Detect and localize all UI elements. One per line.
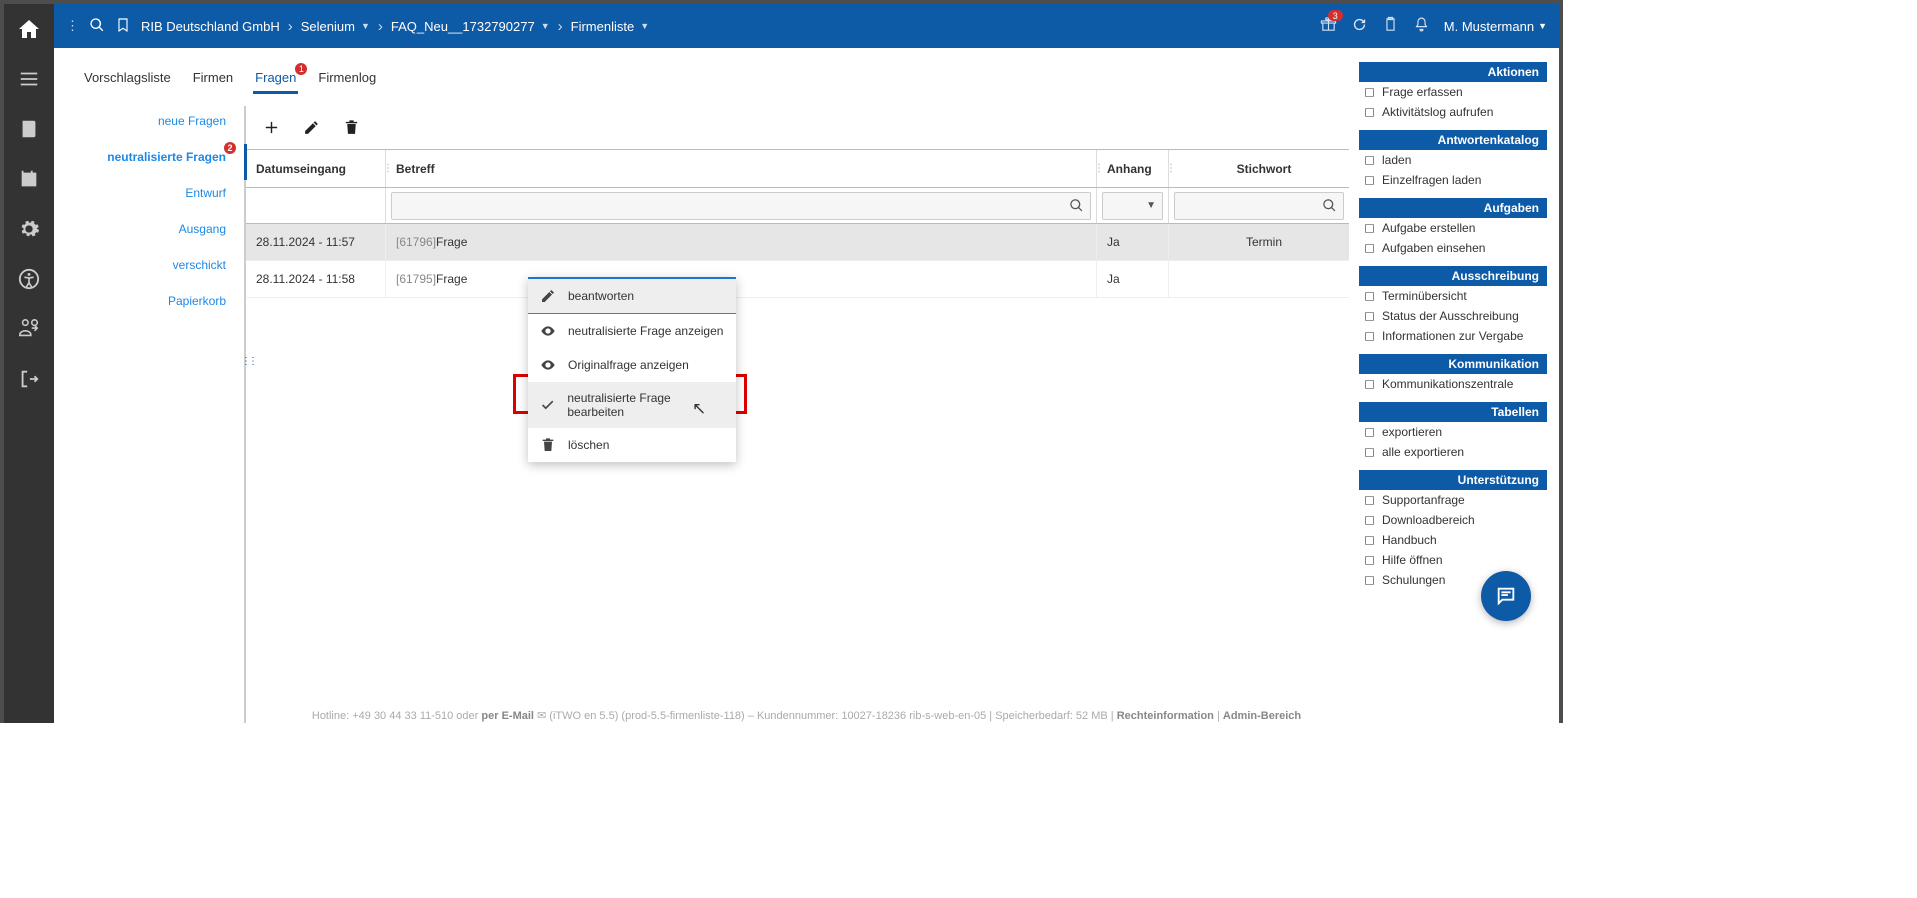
context-menu: beantwortenneutralisierte Frage anzeigen… xyxy=(528,277,736,462)
tab-3[interactable]: Firmenlog xyxy=(318,62,376,93)
panel-item[interactable]: Informationen zur Vergabe xyxy=(1359,326,1547,346)
panel-item[interactable]: Handbuch xyxy=(1359,530,1547,550)
context-item-1[interactable]: neutralisierte Frage anzeigen xyxy=(528,314,736,348)
panel-header-5: Tabellen xyxy=(1359,402,1547,422)
table-area: Datumseingang Betreff Anhang Stichwort ▼… xyxy=(246,106,1349,723)
panel-item[interactable]: Einzelfragen laden xyxy=(1359,170,1547,190)
app-window: ⋮ RIB Deutschland GmbH Selenium▼ FAQ_Neu… xyxy=(0,0,1563,723)
filter-keyword[interactable] xyxy=(1169,188,1349,223)
delete-button[interactable] xyxy=(342,119,360,137)
accessibility-icon[interactable] xyxy=(16,266,42,292)
table-header: Datumseingang Betreff Anhang Stichwort xyxy=(246,150,1349,188)
calendar-icon[interactable] xyxy=(16,166,42,192)
subnav-item-1[interactable]: neutralisierte Fragen2 xyxy=(107,150,226,164)
table-row[interactable]: 28.11.2024 - 11:57[61796] FrageJaTermin xyxy=(246,224,1349,261)
chevron-right-icon xyxy=(376,18,385,35)
topbar: ⋮ RIB Deutschland GmbH Selenium▼ FAQ_Neu… xyxy=(54,4,1559,48)
breadcrumb-3[interactable]: Firmenliste▼ xyxy=(571,19,650,34)
panel-item[interactable]: laden xyxy=(1359,150,1547,170)
panel-item[interactable]: Downloadbereich xyxy=(1359,510,1547,530)
tabs: Vorschlagsliste Firmen Fragen1 Firmenlog xyxy=(74,62,1349,94)
panel-item[interactable]: Status der Ausschreibung xyxy=(1359,306,1547,326)
panel-item[interactable]: exportieren xyxy=(1359,422,1547,442)
panel-item[interactable]: Aufgabe erstellen xyxy=(1359,218,1547,238)
panel-header-1: Antwortenkatalog xyxy=(1359,130,1547,150)
panel-header-4: Kommunikation xyxy=(1359,354,1547,374)
tab-1[interactable]: Firmen xyxy=(193,62,233,93)
drag-handle-icon[interactable]: ⋮ xyxy=(66,18,79,34)
panel-item[interactable]: Kommunikationszentrale xyxy=(1359,374,1547,394)
subnav-item-5[interactable]: Papierkorb xyxy=(168,294,226,308)
left-sidebar xyxy=(4,4,54,723)
filter-date xyxy=(246,188,386,223)
context-item-2[interactable]: Originalfrage anzeigen xyxy=(528,348,736,382)
panel-header-3: Ausschreibung xyxy=(1359,266,1547,286)
search-icon[interactable] xyxy=(89,17,105,36)
subnav-item-3[interactable]: Ausgang xyxy=(179,222,226,236)
right-panel: AktionenFrage erfassenAktivitätslog aufr… xyxy=(1349,48,1559,723)
table-body: 28.11.2024 - 11:57[61796] FrageJaTermin2… xyxy=(246,224,1349,298)
panel-item[interactable]: alle exportieren xyxy=(1359,442,1547,462)
footer-email-link[interactable]: per E-Mail xyxy=(481,710,534,722)
filter-row: ▼ xyxy=(246,188,1349,224)
context-item-0[interactable]: beantworten xyxy=(528,279,736,314)
refresh-icon[interactable] xyxy=(1351,16,1368,36)
panel-item[interactable]: Terminübersicht xyxy=(1359,286,1547,306)
tab-2[interactable]: Fragen1 xyxy=(255,62,296,93)
filter-attachment[interactable]: ▼ xyxy=(1097,188,1169,223)
drag-handle-icon[interactable]: ⋮⋮ xyxy=(241,356,255,367)
footer: Hotline: +49 30 44 33 11-510 oder per E-… xyxy=(58,709,1555,723)
add-button[interactable] xyxy=(262,119,280,137)
breadcrumb: RIB Deutschland GmbH Selenium▼ FAQ_Neu__… xyxy=(141,18,649,35)
panel-header-2: Aufgaben xyxy=(1359,198,1547,218)
subnav: neue Fragen neutralisierte Fragen2 Entwurf… xyxy=(74,106,244,723)
clipboard-icon[interactable] xyxy=(1382,16,1399,36)
contacts-icon[interactable] xyxy=(16,116,42,142)
filter-subject[interactable] xyxy=(386,188,1097,223)
footer-admin-link[interactable]: Admin-Bereich xyxy=(1223,710,1301,722)
table-toolbar xyxy=(246,106,1349,150)
gear-icon[interactable] xyxy=(16,216,42,242)
tab-0[interactable]: Vorschlagsliste xyxy=(84,62,171,93)
context-item-4[interactable]: löschen xyxy=(528,428,736,462)
subnav-item-0[interactable]: neue Fragen xyxy=(158,114,226,128)
breadcrumb-1[interactable]: Selenium▼ xyxy=(301,19,370,34)
panel-item[interactable]: Frage erfassen xyxy=(1359,82,1547,102)
chat-float-button[interactable] xyxy=(1481,571,1531,621)
gift-icon[interactable] xyxy=(1320,16,1337,36)
bell-icon[interactable] xyxy=(1413,16,1430,36)
breadcrumb-0[interactable]: RIB Deutschland GmbH xyxy=(141,19,280,34)
group-switch-icon[interactable] xyxy=(16,316,42,342)
edit-button[interactable] xyxy=(302,119,320,137)
subnav-item-4[interactable]: verschickt xyxy=(173,258,226,272)
panel-item[interactable]: Hilfe öffnen xyxy=(1359,550,1547,570)
panel-item[interactable]: Aktivitätslog aufrufen xyxy=(1359,102,1547,122)
table-row[interactable]: 28.11.2024 - 11:58[61795] FrageJa xyxy=(246,261,1349,298)
footer-rights-link[interactable]: Rechteinformation xyxy=(1117,710,1214,722)
col-date[interactable]: Datumseingang xyxy=(246,150,386,187)
panel-header-0: Aktionen xyxy=(1359,62,1547,82)
content-area: Vorschlagsliste Firmen Fragen1 Firmenlog ne… xyxy=(54,48,1559,723)
list-icon[interactable] xyxy=(16,66,42,92)
context-item-3[interactable]: neutralisierte Frage bearbeiten xyxy=(528,382,736,428)
panel-item[interactable]: Supportanfrage xyxy=(1359,490,1547,510)
col-keyword[interactable]: Stichwort xyxy=(1169,150,1349,187)
user-menu[interactable]: M. Mustermann▼ xyxy=(1444,19,1547,34)
breadcrumb-2[interactable]: FAQ_Neu__1732790277▼ xyxy=(391,19,550,34)
main-area: ⋮ RIB Deutschland GmbH Selenium▼ FAQ_Neu… xyxy=(54,4,1559,723)
col-subject[interactable]: Betreff xyxy=(386,150,1097,187)
panel-header-6: Unterstützung xyxy=(1359,470,1547,490)
subnav-item-2[interactable]: Entwurf xyxy=(185,186,226,200)
chevron-right-icon xyxy=(556,18,565,35)
subnav-separator[interactable]: ⋮⋮ xyxy=(244,106,246,723)
logout-icon[interactable] xyxy=(16,366,42,392)
col-attachment[interactable]: Anhang xyxy=(1097,150,1169,187)
panel-item[interactable]: Aufgaben einsehen xyxy=(1359,238,1547,258)
chevron-right-icon xyxy=(286,18,295,35)
bookmark-icon[interactable] xyxy=(115,17,131,36)
home-icon[interactable] xyxy=(16,16,42,42)
